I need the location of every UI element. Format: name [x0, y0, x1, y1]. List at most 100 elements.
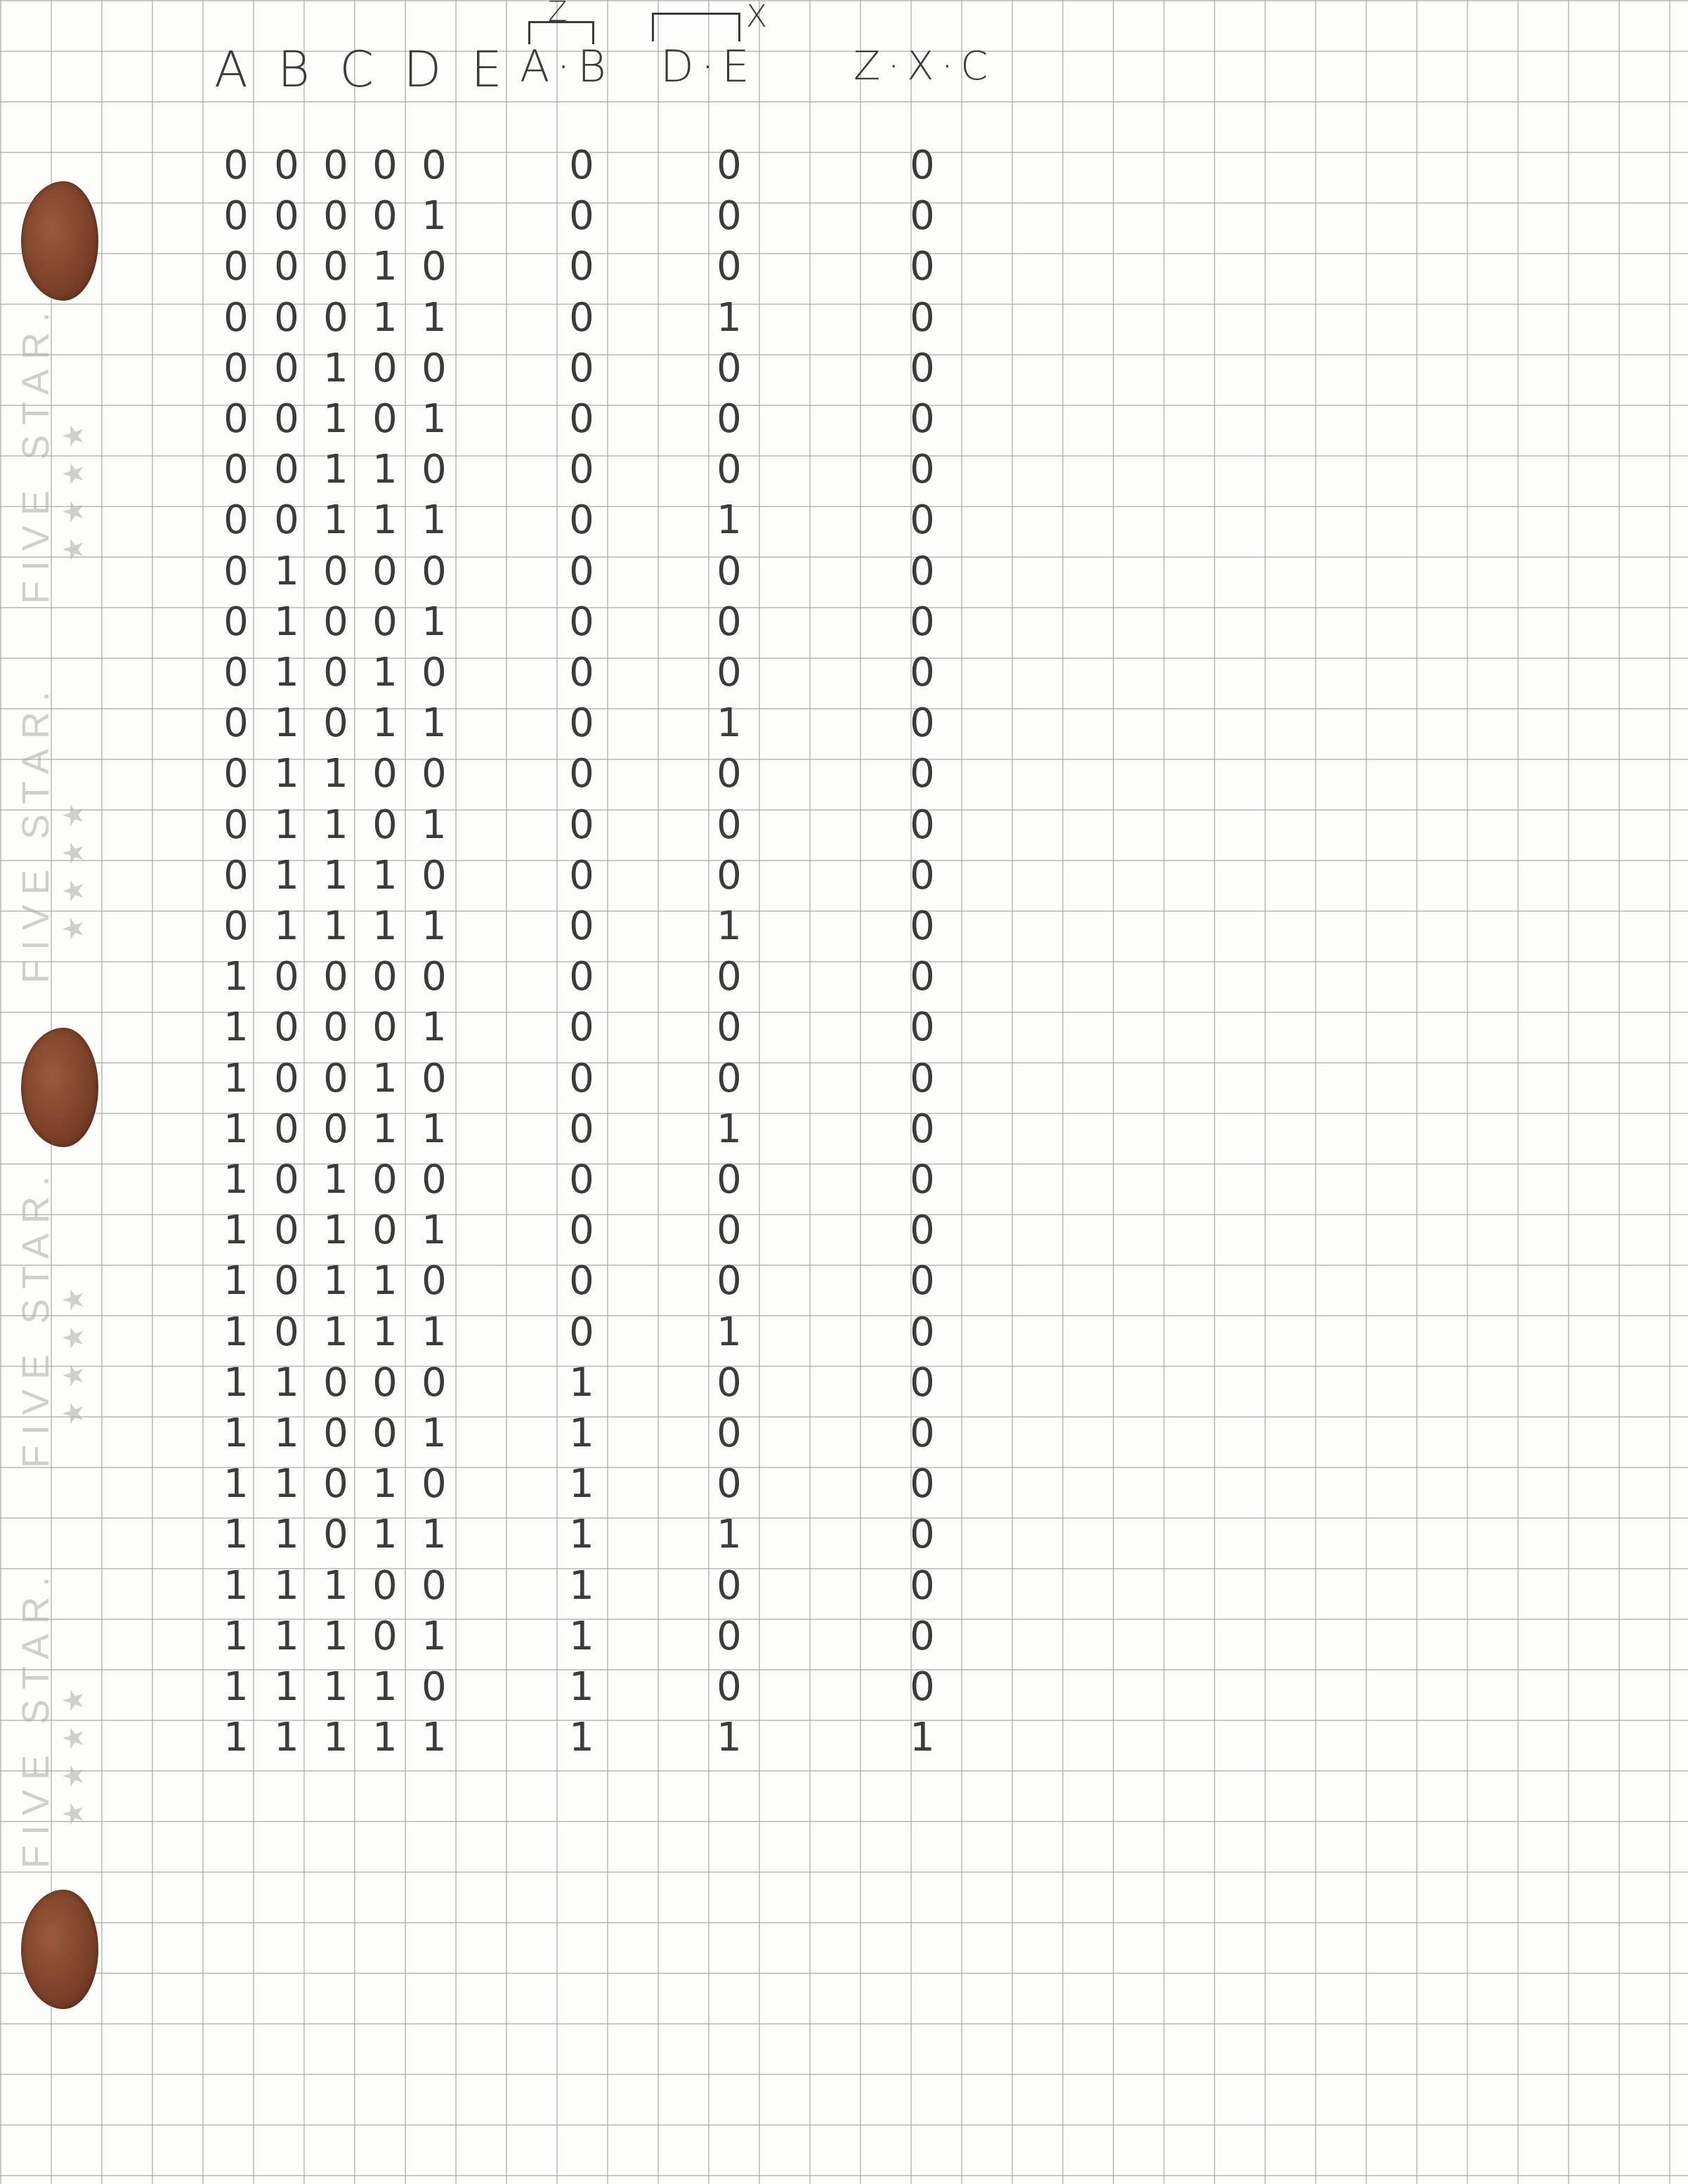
- cell-b: 1: [274, 1664, 299, 1710]
- cell-ab: 0: [569, 549, 594, 594]
- cell-ab: 0: [569, 143, 594, 188]
- cell-a: 1: [223, 1309, 249, 1355]
- cell-c: 1: [323, 447, 348, 492]
- cell-b: 1: [274, 1512, 299, 1557]
- brand-watermark: FIVE STAR. ★★★★: [14, 1567, 90, 1869]
- cell-b: 1: [274, 549, 299, 594]
- cell-ab: 1: [569, 1461, 594, 1507]
- cell-ab: 0: [569, 1056, 594, 1101]
- cell-ab: 0: [569, 346, 594, 391]
- cell-d: 0: [372, 954, 398, 1000]
- cell-d: 1: [372, 295, 398, 341]
- cell-e: 0: [421, 1258, 447, 1304]
- cell-c: 1: [323, 903, 348, 949]
- cell-b: 0: [274, 447, 299, 492]
- cell-a: 0: [223, 143, 249, 188]
- cell-c: 1: [323, 497, 348, 543]
- cell-a: 1: [223, 954, 249, 1000]
- cell-d: 1: [372, 1106, 398, 1152]
- cell-c: 1: [323, 1614, 348, 1659]
- cell-d: 1: [372, 1258, 398, 1304]
- brand-name: FIVE STAR.: [15, 301, 57, 604]
- cell-c: 0: [323, 295, 348, 341]
- cell-zxc: 0: [910, 1258, 935, 1304]
- cell-de: 1: [717, 1309, 742, 1355]
- cell-b: 1: [274, 1563, 299, 1609]
- cell-c: 0: [323, 1106, 348, 1152]
- cell-c: 0: [323, 549, 348, 594]
- binder-hole-middle: [21, 1028, 98, 1147]
- cell-a: 1: [223, 1360, 249, 1406]
- cell-e: 0: [421, 650, 447, 695]
- cell-e: 1: [421, 599, 447, 645]
- cell-de: 1: [717, 700, 742, 746]
- cell-b: 1: [274, 599, 299, 645]
- cell-de: 0: [717, 1056, 742, 1101]
- cell-a: 0: [223, 497, 249, 543]
- cell-b: 0: [274, 143, 299, 188]
- cell-ab: 0: [569, 650, 594, 695]
- cell-d: 1: [372, 1461, 398, 1507]
- cell-b: 1: [274, 1360, 299, 1406]
- cell-c: 0: [323, 650, 348, 695]
- cell-zxc: 0: [910, 1461, 935, 1507]
- cell-zxc: 0: [910, 1106, 935, 1152]
- cell-de: 0: [717, 1208, 742, 1253]
- cell-d: 1: [372, 244, 398, 289]
- cell-c: 1: [323, 1715, 348, 1760]
- cell-a: 0: [223, 802, 249, 848]
- cell-zxc: 0: [910, 1614, 935, 1659]
- cell-d: 0: [372, 193, 398, 239]
- cell-b: 0: [274, 954, 299, 1000]
- cell-a: 1: [223, 1664, 249, 1710]
- cell-ab: 1: [569, 1512, 594, 1557]
- cell-e: 1: [421, 903, 447, 949]
- cell-d: 0: [372, 396, 398, 442]
- cell-d: 0: [372, 1005, 398, 1050]
- cell-ab: 0: [569, 396, 594, 442]
- cell-de: 0: [717, 1411, 742, 1456]
- cell-zxc: 0: [910, 599, 935, 645]
- cell-c: 0: [323, 1360, 348, 1406]
- cell-zxc: 0: [910, 853, 935, 898]
- cell-de: 0: [717, 1258, 742, 1304]
- cell-zxc: 0: [910, 1664, 935, 1710]
- cell-ab: 1: [569, 1360, 594, 1406]
- cell-a: 1: [223, 1715, 249, 1760]
- binder-hole-top: [21, 181, 98, 301]
- header-de: D·E: [660, 41, 757, 92]
- cell-de: 0: [717, 1005, 742, 1050]
- cell-d: 0: [372, 802, 398, 848]
- cell-ab: 0: [569, 802, 594, 848]
- cell-ab: 1: [569, 1664, 594, 1710]
- cell-de: 1: [717, 497, 742, 543]
- cell-de: 0: [717, 1157, 742, 1203]
- cell-c: 0: [323, 193, 348, 239]
- cell-de: 0: [717, 549, 742, 594]
- cell-e: 1: [421, 1512, 447, 1557]
- binder-hole-bottom: [21, 1890, 98, 2009]
- cell-de: 0: [717, 244, 742, 289]
- cell-b: 0: [274, 497, 299, 543]
- cell-c: 1: [323, 346, 348, 391]
- cell-ab: 0: [569, 1157, 594, 1203]
- cell-b: 1: [274, 903, 299, 949]
- cell-d: 1: [372, 1664, 398, 1710]
- cell-a: 0: [223, 599, 249, 645]
- brand-stars: ★★★★: [58, 1274, 89, 1426]
- cell-de: 0: [717, 447, 742, 492]
- cell-de: 0: [717, 751, 742, 797]
- cell-a: 1: [223, 1563, 249, 1609]
- cell-ab: 0: [569, 599, 594, 645]
- cell-d: 1: [372, 1512, 398, 1557]
- cell-d: 0: [372, 1563, 398, 1609]
- cell-de: 0: [717, 346, 742, 391]
- cell-zxc: 0: [910, 1157, 935, 1203]
- cell-a: 1: [223, 1512, 249, 1557]
- cell-e: 0: [421, 1360, 447, 1406]
- cell-d: 1: [372, 1715, 398, 1760]
- cell-b: 0: [274, 244, 299, 289]
- brand-stars: ★★★★: [58, 790, 89, 941]
- cell-zxc: 0: [910, 1563, 935, 1609]
- cell-c: 1: [323, 1258, 348, 1304]
